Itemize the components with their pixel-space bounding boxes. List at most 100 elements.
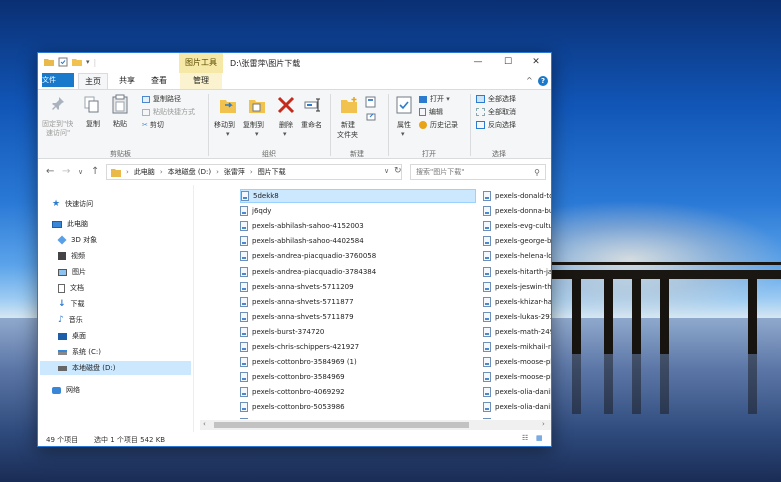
breadcrumb-user-folder[interactable]: 张雷萍 xyxy=(224,167,245,177)
new-item-icon[interactable] xyxy=(364,95,378,109)
file-list-item[interactable]: pexels-andrea-piacquadio-3760058 xyxy=(240,249,476,263)
file-list-item[interactable]: j6qdy xyxy=(240,204,476,218)
copy-to-button[interactable]: 复制到 xyxy=(243,120,264,130)
file-list-item[interactable]: pexels-cottonbro-3584969 (1) xyxy=(240,355,476,369)
tab-share[interactable]: 共享 xyxy=(112,73,142,89)
file-list-item[interactable]: pexels-jeswin-thomas-7 xyxy=(483,280,551,294)
up-button[interactable]: ↑ xyxy=(91,166,99,177)
file-list-item[interactable]: pexels-anna-shvets-5711877 xyxy=(240,295,476,309)
new-folder-button[interactable]: 新建 xyxy=(341,120,355,130)
address-dropdown-button[interactable]: ∨ xyxy=(384,167,389,175)
copy-path-button[interactable]: 复制路径 xyxy=(142,94,181,104)
file-list-item[interactable]: pexels-khizar-hayat-111 xyxy=(483,295,551,309)
qat-dropdown-icon[interactable]: ▾ xyxy=(86,58,90,66)
collapse-ribbon-button[interactable]: ^ xyxy=(526,76,533,85)
file-list-item[interactable]: pexels-cottonbro-5053986 xyxy=(240,400,476,414)
refresh-button[interactable]: ↻ xyxy=(394,166,402,176)
breadcrumb-drive-d[interactable]: 本地磁盘 (D:) xyxy=(168,167,211,177)
file-list-item[interactable]: pexels-olia-danilevich-4 xyxy=(483,400,551,414)
search-input[interactable]: 搜索"图片下载" ⚲ xyxy=(410,164,546,180)
forward-button[interactable]: → xyxy=(62,166,70,177)
nav-item-desktop[interactable]: 桌面 xyxy=(58,329,86,343)
file-list-item[interactable]: pexels-cottonbro-3584969 xyxy=(240,370,476,384)
scroll-right-icon[interactable]: › xyxy=(542,420,545,428)
help-button[interactable]: ? xyxy=(538,76,548,86)
scrollbar-thumb[interactable] xyxy=(214,422,469,428)
file-list-item[interactable]: pexels-hitarth-jadhav-22 xyxy=(483,265,551,279)
properties-button[interactable]: 属性 xyxy=(397,120,411,130)
tab-file[interactable]: 文件 xyxy=(42,73,74,87)
tab-home[interactable]: 主页 xyxy=(78,73,108,89)
file-list-item[interactable]: pexels-anna-shvets-5711879 xyxy=(240,310,476,324)
file-list-item[interactable]: pexels-evg-culture-1174 xyxy=(483,219,551,233)
move-to-dropdown-icon[interactable]: ▾ xyxy=(226,130,230,138)
delete-button[interactable]: 删除 xyxy=(279,120,293,130)
file-list-item[interactable]: pexels-donald-tong-234 xyxy=(483,189,551,203)
properties-icon[interactable] xyxy=(58,57,68,67)
nav-item-videos[interactable]: 视频 xyxy=(58,249,85,263)
file-list-item[interactable]: pexels-burst-374720 xyxy=(240,325,476,339)
file-list-item[interactable]: pexels-andrea-piacquadio-3784384 xyxy=(240,265,476,279)
file-list-item[interactable]: pexels-donna-bulika-35 xyxy=(483,204,551,218)
rename-button[interactable]: 重命名 xyxy=(301,120,322,130)
delete-dropdown-icon[interactable]: ▾ xyxy=(283,130,287,138)
new-folder-icon[interactable] xyxy=(72,57,82,67)
history-button[interactable]: 历史记录 xyxy=(419,120,458,130)
tab-manage[interactable]: 管理 xyxy=(180,73,222,89)
file-list-item[interactable]: pexels-anna-shvets-5711209 xyxy=(240,280,476,294)
nav-item-downloads[interactable]: ↓ 下载 xyxy=(58,297,85,311)
select-none-button[interactable]: 全部取消 xyxy=(476,107,516,117)
tab-view[interactable]: 查看 xyxy=(144,73,174,89)
file-list-item[interactable]: pexels-george-becker- xyxy=(483,234,551,248)
details-view-icon[interactable]: ☷ xyxy=(522,434,528,442)
file-list-item[interactable]: pexels-math-249324 xyxy=(483,325,551,339)
copy-button[interactable]: 复制 xyxy=(86,119,100,129)
address-input[interactable]: › 此电脑 › 本地磁盘 (D:) › 张雷萍 › 图片下载 xyxy=(106,164,402,180)
file-list-item[interactable]: pexels-olia-danilevich-4 xyxy=(483,385,551,399)
file-list-item[interactable]: pexels-cottonbro-5053986-removebg-previe… xyxy=(240,416,476,419)
large-icons-view-icon[interactable]: ▦ xyxy=(536,434,543,442)
file-list-item[interactable]: pexels-moose-photos- xyxy=(483,355,551,369)
nav-item-3d-objects[interactable]: 3D 对象 xyxy=(57,233,97,247)
recent-locations-button[interactable]: ∨ xyxy=(78,168,83,176)
nav-item-music[interactable]: ♪ 音乐 xyxy=(58,313,83,327)
scroll-left-icon[interactable]: ‹ xyxy=(203,420,206,428)
nav-item-local-disk-d[interactable]: 本地磁盘 (D:) xyxy=(40,361,191,375)
horizontal-scrollbar[interactable]: ‹ › xyxy=(200,420,551,430)
file-list-item[interactable]: pexels-helena-lopes-10 xyxy=(483,249,551,263)
nav-item-documents[interactable]: 文档 xyxy=(58,281,84,295)
file-list-item[interactable]: pexels-olia-danilevich-4 xyxy=(483,416,551,419)
paste-shortcut-button[interactable]: 粘贴快捷方式 xyxy=(142,107,195,117)
select-all-button[interactable]: 全部选择 xyxy=(476,94,516,104)
easy-access-icon[interactable] xyxy=(364,111,378,123)
file-list-item[interactable]: pexels-cottonbro-4069292 xyxy=(240,385,476,399)
file-list-item[interactable]: pexels-moose-photos-1 xyxy=(483,370,551,384)
breadcrumb-current-folder[interactable]: 图片下载 xyxy=(258,167,286,177)
breadcrumb-this-pc[interactable]: 此电脑 xyxy=(134,167,155,177)
nav-item-quick-access[interactable]: ★ 快速访问 xyxy=(52,197,93,211)
file-list-item[interactable]: pexels-abhilash-sahoo-4152003 xyxy=(240,219,476,233)
copy-to-dropdown-icon[interactable]: ▾ xyxy=(255,130,259,138)
close-button[interactable]: ✕ xyxy=(522,53,550,73)
file-list-item[interactable]: 5dekk8 xyxy=(240,189,476,203)
nav-item-pictures[interactable]: 图片 xyxy=(58,265,86,279)
nav-item-system-c[interactable]: 系统 (C:) xyxy=(58,345,101,359)
properties-dropdown-icon[interactable]: ▾ xyxy=(401,130,405,138)
file-list-item[interactable]: pexels-lukas-293333 xyxy=(483,310,551,324)
title-bar[interactable]: ▾ | 图片工具 D:\张雷萍\图片下载 — ☐ ✕ xyxy=(38,53,551,73)
file-list-item[interactable]: pexels-mikhail-nilov-689 xyxy=(483,340,551,354)
nav-item-network[interactable]: 网络 xyxy=(52,383,80,397)
maximize-button[interactable]: ☐ xyxy=(494,53,522,73)
file-list-item[interactable]: pexels-chris-schippers-421927 xyxy=(240,340,476,354)
paste-button[interactable]: 粘贴 xyxy=(113,119,127,129)
edit-button[interactable]: 编辑 xyxy=(419,107,443,117)
file-list-item[interactable]: pexels-abhilash-sahoo-4402584 xyxy=(240,234,476,248)
minimize-button[interactable]: — xyxy=(464,53,492,73)
open-dropdown-icon[interactable]: ▾ xyxy=(444,95,450,103)
cut-button[interactable]: ✂ 剪切 xyxy=(142,120,164,130)
nav-item-this-pc[interactable]: 此电脑 xyxy=(52,217,88,231)
back-button[interactable]: ← xyxy=(46,166,54,177)
move-to-button[interactable]: 移动到 xyxy=(214,120,235,130)
invert-selection-button[interactable]: 反向选择 xyxy=(476,120,516,130)
open-button[interactable]: 打开 ▾ xyxy=(419,94,450,104)
